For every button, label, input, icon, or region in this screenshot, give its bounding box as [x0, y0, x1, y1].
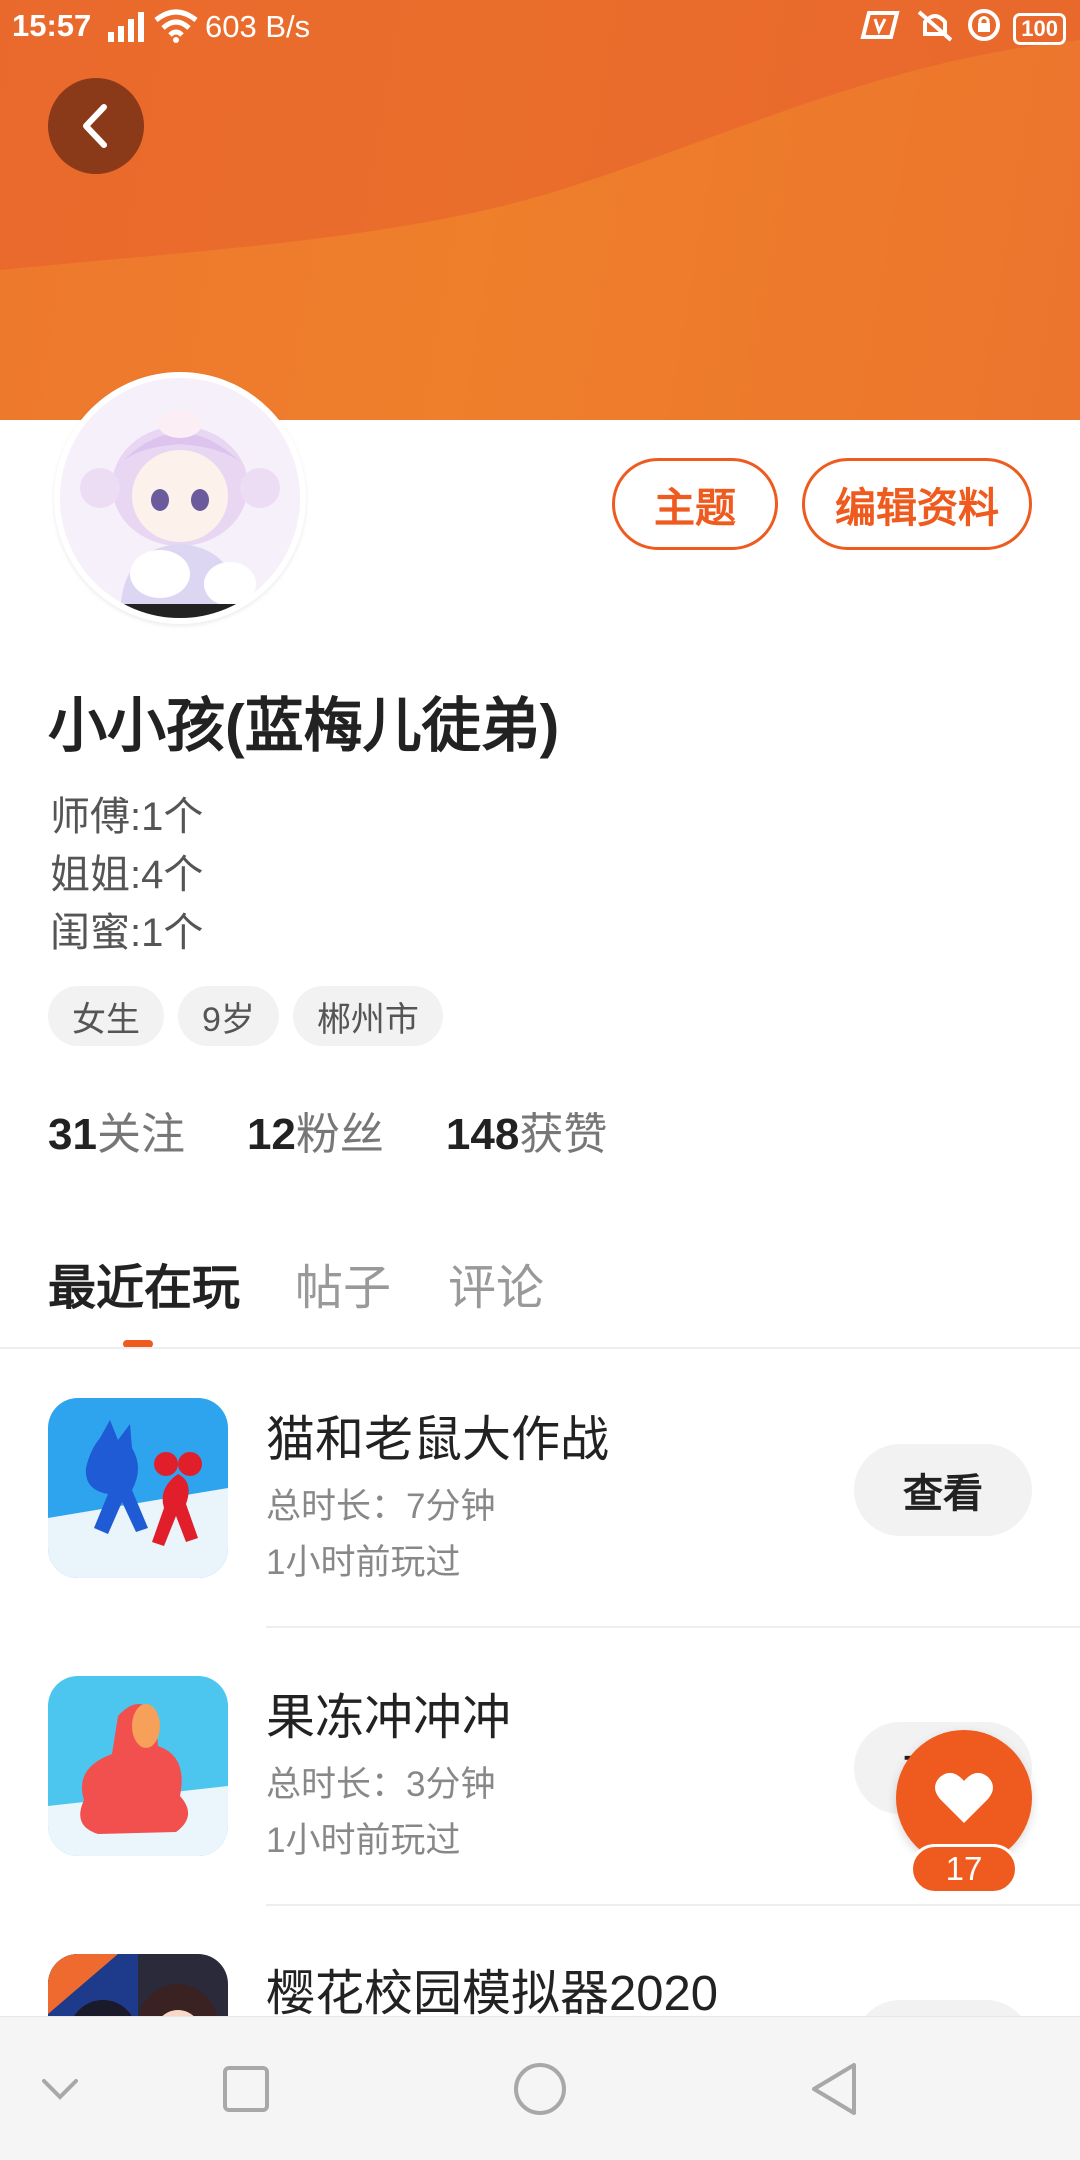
- square-icon: [223, 2066, 269, 2112]
- header-banner: [0, 0, 1080, 420]
- status-icons: 100: [859, 8, 1066, 50]
- relation-sister: 姐姐:4个: [50, 853, 204, 897]
- tab-divider: [0, 1347, 1080, 1349]
- nfc-icon: [859, 9, 903, 49]
- tab-recently-played[interactable]: 最近在玩: [48, 1248, 240, 1318]
- game-duration: 总时长：3分钟: [266, 1765, 496, 1804]
- username: 小小孩(蓝梅儿徒弟): [48, 693, 560, 759]
- system-nav-bar: [0, 2016, 1080, 2160]
- recent-apps-button[interactable]: [210, 2053, 282, 2125]
- game-title: 果冻冲冲冲: [266, 1691, 512, 1745]
- circle-icon: [514, 2063, 566, 2115]
- profile-tags: 女生 9岁 郴州市: [48, 986, 443, 1046]
- back-button[interactable]: [48, 78, 144, 174]
- tab-posts[interactable]: 帖子: [295, 1248, 391, 1318]
- game-last-played: 1小时前玩过: [266, 1543, 461, 1582]
- battery-indicator: 100: [1013, 13, 1066, 45]
- stat-following[interactable]: 31关注: [48, 1098, 185, 1162]
- avatar[interactable]: [54, 372, 306, 624]
- triangle-left-icon: [812, 2063, 856, 2115]
- tag-city: 郴州市: [292, 986, 443, 1046]
- stat-following-label: 关注: [96, 1110, 185, 1159]
- signal-icon: [106, 10, 146, 52]
- mute-icon: [915, 8, 955, 50]
- game-row[interactable]: 猫和老鼠大作战 总时长：7分钟 1小时前玩过 查看: [0, 1350, 1080, 1628]
- game-title: 猫和老鼠大作战: [266, 1413, 610, 1467]
- game-icon-tom-jerry[interactable]: [48, 1398, 228, 1578]
- status-bar: 15:57 603 B/s 100: [0, 0, 1080, 54]
- stat-followers-count: 12: [246, 1110, 296, 1159]
- chevron-down-icon[interactable]: [24, 2053, 96, 2125]
- relation-master: 师傅:1个: [50, 795, 204, 839]
- tag-gender: 女生: [48, 986, 164, 1046]
- game-duration: 总时长：7分钟: [266, 1487, 496, 1526]
- lock-rotation-icon: [967, 8, 1001, 50]
- stat-followers[interactable]: 12粉丝: [247, 1098, 384, 1162]
- chevron-left-icon: [83, 104, 107, 148]
- theme-button[interactable]: 主题: [612, 458, 778, 550]
- tab-comments[interactable]: 评论: [448, 1248, 544, 1318]
- game-title: 樱花校园模拟器2020: [266, 1967, 719, 2021]
- like-count-badge: 17: [910, 1844, 1018, 1894]
- game-last-played: 1小时前玩过: [266, 1821, 461, 1860]
- stat-likes[interactable]: 148获赞: [446, 1098, 607, 1162]
- view-button[interactable]: 查看: [854, 1444, 1032, 1536]
- network-speed: 603 B/s: [205, 9, 311, 44]
- stat-likes-label: 获赞: [519, 1110, 608, 1159]
- heart-icon: [935, 1772, 993, 1823]
- edit-profile-button[interactable]: 编辑资料: [802, 458, 1032, 550]
- stat-following-count: 31: [48, 1110, 97, 1159]
- profile-stats: 31关注 12粉丝 148获赞: [48, 1098, 607, 1162]
- wifi-icon: [154, 8, 198, 52]
- status-time: 15:57: [12, 8, 92, 43]
- tag-age: 9岁: [178, 986, 279, 1046]
- stat-followers-label: 粉丝: [295, 1110, 384, 1159]
- home-button[interactable]: [504, 2053, 576, 2125]
- relation-bestie: 闺蜜:1个: [50, 911, 204, 955]
- stat-likes-count: 148: [445, 1110, 520, 1159]
- game-icon-jelly-run[interactable]: [48, 1676, 228, 1856]
- back-nav-button[interactable]: [798, 2053, 870, 2125]
